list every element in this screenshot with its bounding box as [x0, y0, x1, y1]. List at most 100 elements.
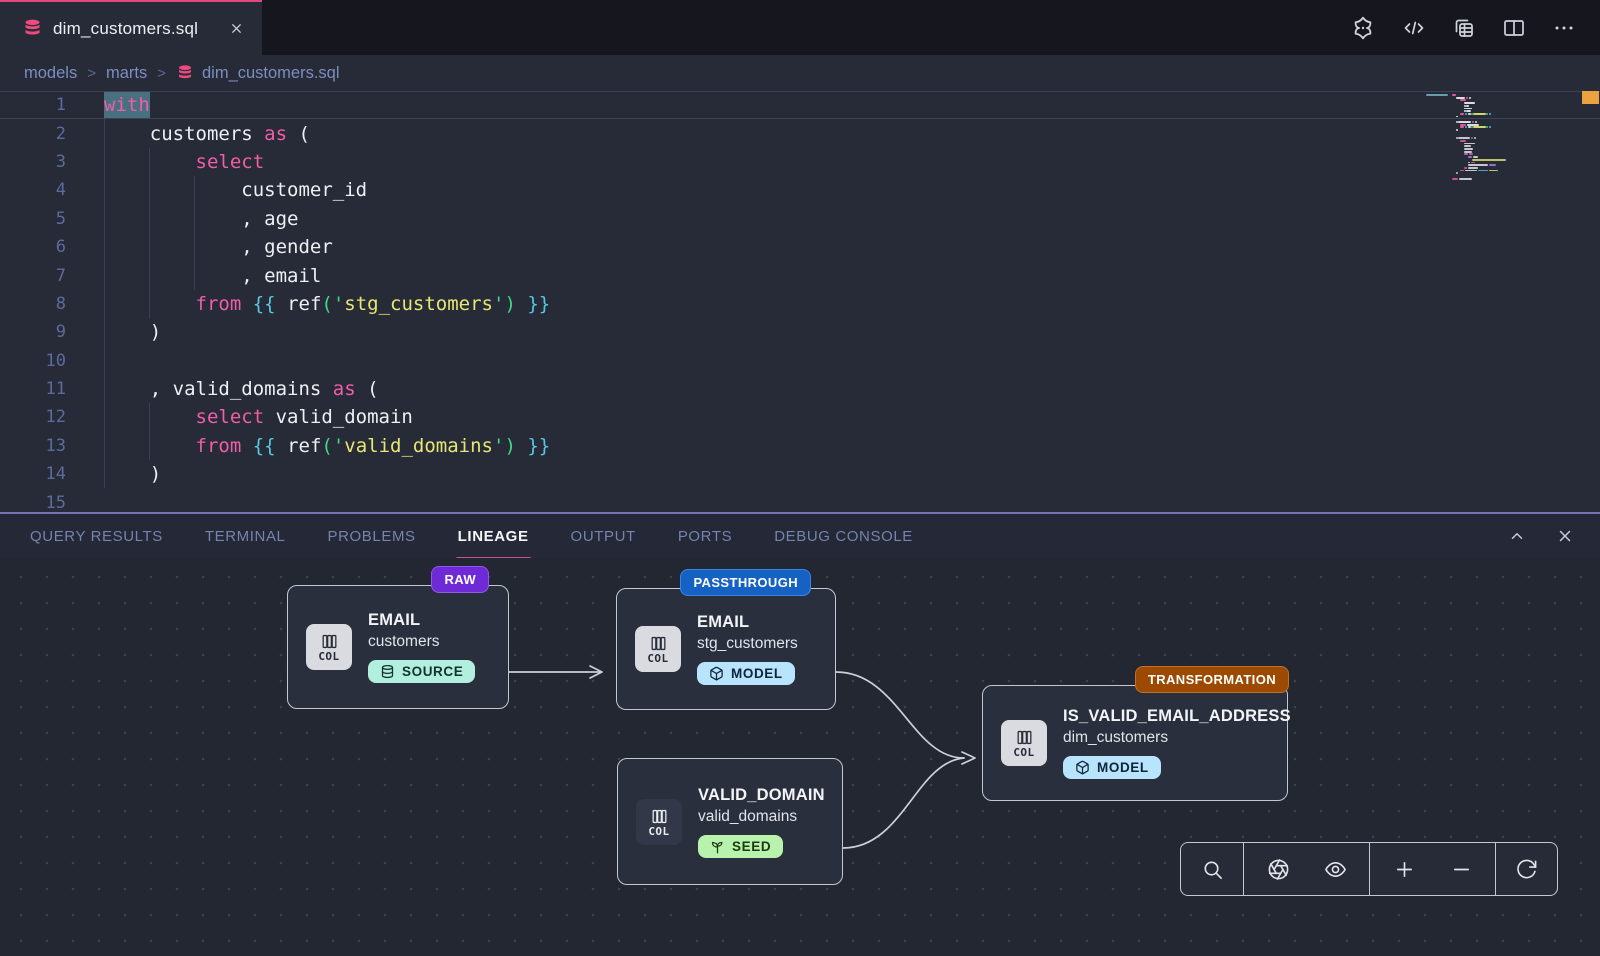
- node-model-name: customers: [368, 633, 475, 651]
- code-editor[interactable]: 1with2 customers as (3 select4 customer_…: [0, 91, 1600, 512]
- minimap-line: [1489, 164, 1496, 166]
- refresh-button[interactable]: [1504, 843, 1550, 895]
- copy-table-icon[interactable]: [1452, 16, 1476, 40]
- minimap-line: [1456, 172, 1458, 174]
- lineage-node-dim_customers[interactable]: TRANSFORMATIONCOLIS_VALID_EMAIL_ADDRESSd…: [982, 685, 1288, 801]
- minimap-line: [1475, 121, 1477, 123]
- code-line-15: 15: [0, 488, 1600, 512]
- minimap-line: [1452, 178, 1458, 180]
- code-line-7: 7 , email: [0, 261, 1600, 289]
- plus-button[interactable]: [1381, 843, 1427, 895]
- panel-tab-query-results[interactable]: QUERY RESULTS: [30, 514, 163, 558]
- code-line-10: 10: [0, 347, 1600, 375]
- lineage-canvas[interactable]: RAWCOLEMAILcustomersSOURCEPASSTHROUGHCOL…: [0, 558, 1600, 956]
- panel-actions: [1508, 527, 1574, 545]
- panel-tab-lineage[interactable]: LINEAGE: [458, 514, 529, 558]
- minimap-line: [1466, 105, 1469, 107]
- code-line-1: 1with: [0, 91, 1600, 119]
- minimap-line: [1486, 126, 1488, 128]
- minimap-line: [1456, 129, 1458, 131]
- minimap-line: [1465, 126, 1467, 128]
- panel-tab-output[interactable]: OUTPUT: [571, 514, 636, 558]
- lineage-node-customers[interactable]: RAWCOLEMAILcustomersSOURCE: [287, 585, 509, 709]
- panel-tab-ports[interactable]: PORTS: [678, 514, 732, 558]
- minimap[interactable]: [1424, 91, 1562, 512]
- eye-button[interactable]: [1312, 843, 1358, 895]
- panel-maximize-icon[interactable]: [1508, 527, 1526, 545]
- column-type-icon: COL: [1001, 720, 1047, 766]
- node-column-name: IS_VALID_EMAIL_ADDRESS: [1063, 707, 1291, 726]
- code-line-14: 14 ): [0, 460, 1600, 488]
- dbt-logo-icon[interactable]: [1350, 15, 1376, 41]
- minimap-line: [1467, 124, 1479, 126]
- breadcrumb-separator: >: [87, 65, 96, 82]
- code-line-5: 5 , age: [0, 205, 1600, 233]
- resource-badge-model: MODEL: [697, 662, 795, 685]
- panel-close-icon[interactable]: [1556, 527, 1574, 545]
- aperture-button[interactable]: [1255, 843, 1301, 895]
- code-line-2: 2 customers as (: [0, 119, 1600, 147]
- lineage-node-stg_customers[interactable]: PASSTHROUGHCOLEMAILstg_customersMODEL: [616, 588, 836, 710]
- minimap-line: [1466, 108, 1472, 110]
- lineage-tag-raw: RAW: [431, 566, 489, 593]
- more-icon[interactable]: [1552, 16, 1576, 40]
- resource-badge-model: MODEL: [1063, 756, 1161, 779]
- breadcrumb-item-file[interactable]: dim_customers.sql: [176, 64, 340, 83]
- minimap-line: [1489, 170, 1498, 172]
- minimap-line: [1469, 97, 1471, 99]
- panel-tab-terminal[interactable]: TERMINAL: [205, 514, 286, 558]
- node-model-name: dim_customers: [1063, 729, 1291, 747]
- database-icon: [380, 664, 395, 679]
- minimap-line: [1471, 137, 1473, 139]
- node-model-name: stg_customers: [697, 635, 798, 653]
- search-button[interactable]: [1189, 843, 1235, 895]
- code-line-13: 13 from {{ ref('valid_domains') }}: [0, 432, 1600, 460]
- minimap-line: [1460, 124, 1466, 126]
- close-tab-icon[interactable]: [229, 21, 244, 36]
- minimap-line: [1464, 145, 1471, 147]
- line-number: 8: [0, 294, 66, 314]
- lineage-tag-passthrough: PASSTHROUGH: [680, 569, 811, 596]
- lineage-toolbar: [1180, 842, 1558, 896]
- code-line-3: 3 select: [0, 148, 1600, 176]
- minimap-line: [1478, 170, 1488, 172]
- minus-button[interactable]: [1438, 843, 1484, 895]
- breadcrumb-item-marts[interactable]: marts: [106, 64, 147, 83]
- minimap-line: [1464, 148, 1473, 150]
- minimap-line: [1466, 110, 1471, 112]
- minimap-line: [1464, 151, 1472, 153]
- minimap-line: [1465, 170, 1477, 172]
- line-number: 3: [0, 152, 66, 172]
- code-line-4: 4 customer_id: [0, 176, 1600, 204]
- split-editor-icon[interactable]: [1502, 16, 1526, 40]
- overview-ruler-marker: [1582, 91, 1599, 104]
- database-icon: [176, 64, 194, 82]
- panel-tabs: QUERY RESULTS TERMINAL PROBLEMS LINEAGE OUTP…: [30, 514, 913, 558]
- panel-tab-problems[interactable]: PROBLEMS: [328, 514, 416, 558]
- editor-tab-dim-customers[interactable]: dim_customers.sql: [0, 0, 262, 55]
- breadcrumb: models>marts>dim_customers.sql: [0, 55, 1600, 91]
- line-number: 9: [0, 322, 66, 342]
- cube-icon: [1075, 760, 1090, 775]
- seedling-icon: [710, 839, 725, 854]
- minimap-line: [1469, 153, 1473, 155]
- column-type-icon: COL: [635, 626, 681, 672]
- node-column-name: EMAIL: [368, 611, 475, 630]
- panel-tab-debug-console[interactable]: DEBUG CONSOLE: [774, 514, 913, 558]
- line-number: 1: [0, 95, 66, 115]
- breadcrumb-item-models[interactable]: models: [24, 64, 77, 83]
- minimap-line: [1468, 164, 1488, 166]
- minimap-line: [1472, 121, 1474, 123]
- minimap-line: [1458, 121, 1471, 123]
- lineage-node-valid_domains[interactable]: COLVALID_DOMAINvalid_domainsSEED: [617, 758, 843, 885]
- minimap-line: [1468, 162, 1470, 164]
- code-icon[interactable]: [1402, 16, 1426, 40]
- minimap-line: [1473, 126, 1486, 128]
- tab-title: dim_customers.sql: [53, 19, 219, 39]
- minimap-line: [1468, 156, 1472, 158]
- minimap-line: [1456, 97, 1465, 99]
- code-line-6: 6 , gender: [0, 233, 1600, 261]
- minimap-line: [1468, 167, 1478, 169]
- code-line-8: 8 from {{ ref('stg_customers') }}: [0, 290, 1600, 318]
- minimap-line: [1456, 116, 1458, 118]
